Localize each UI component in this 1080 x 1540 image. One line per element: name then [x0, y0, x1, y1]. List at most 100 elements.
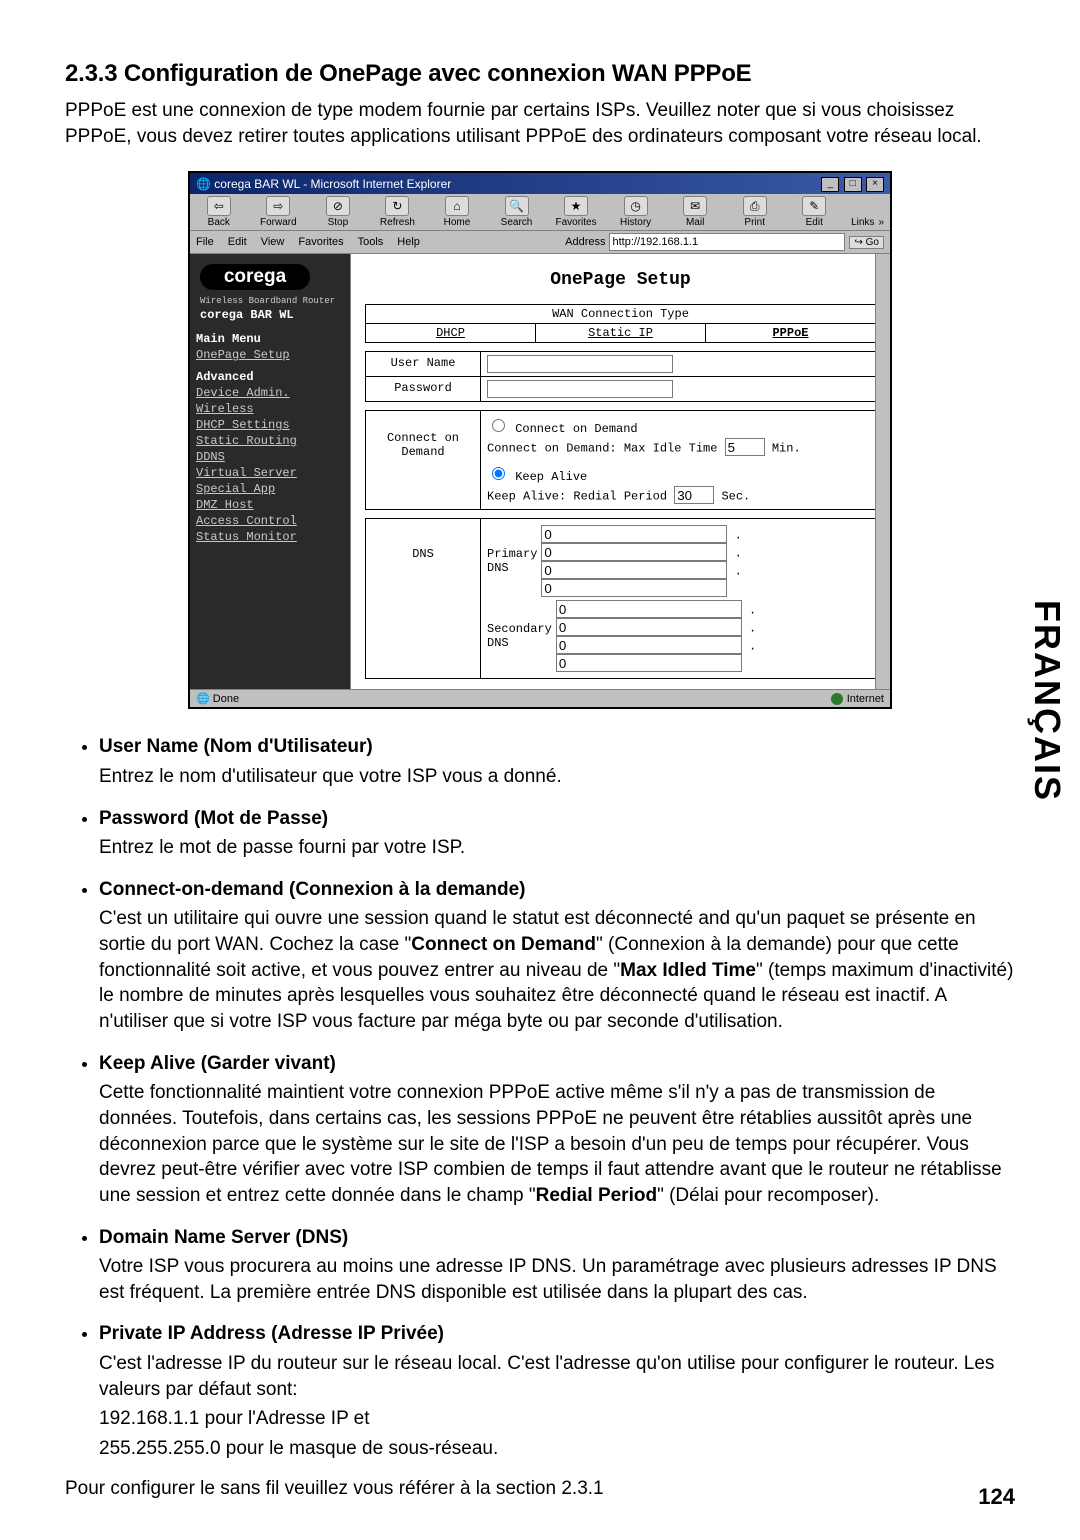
tab-pppoe[interactable]: PPPoE — [706, 324, 875, 342]
primary-dns-4[interactable] — [541, 579, 727, 597]
field-dns: Domain Name Server (DNS) Votre ISP vous … — [99, 1225, 1015, 1306]
sidebar-item-special-app[interactable]: Special App — [196, 482, 351, 496]
closing-line: Pour configurer le sans fil veuillez vou… — [65, 1478, 1015, 1500]
primary-dns-label: Primary DNS — [487, 547, 537, 575]
home-icon: ⌂ — [445, 196, 469, 216]
password-label: Password — [365, 377, 481, 402]
max-idle-time-input[interactable] — [725, 438, 765, 456]
menu-tools[interactable]: Tools — [358, 236, 384, 248]
field-title: Domain Name Server (DNS) — [99, 1227, 348, 1248]
field-title: User Name (Nom d'Utilisateur) — [99, 736, 373, 757]
edit-button[interactable]: ✎Edit — [791, 196, 837, 228]
secondary-dns-3[interactable] — [556, 636, 742, 654]
go-button[interactable]: ↪ Go — [849, 236, 884, 249]
field-title: Connect-on-demand (Connexion à la demand… — [99, 879, 525, 900]
status-zone: Internet — [831, 692, 884, 705]
favorites-button[interactable]: ★Favorites — [553, 196, 599, 228]
sidebar-item-virtual-server[interactable]: Virtual Server — [196, 466, 351, 480]
tab-static-ip[interactable]: Static IP — [536, 324, 706, 342]
primary-dns-1[interactable] — [541, 525, 727, 543]
connect-on-demand-radio[interactable] — [492, 419, 505, 432]
main-scrollbar[interactable] — [875, 254, 890, 689]
sidebar-item-device-admin[interactable]: Device Admin. — [196, 386, 351, 400]
field-body: Entrez le nom d'utilisateur que votre IS… — [99, 764, 1015, 790]
sidebar-item-wireless[interactable]: Wireless — [196, 402, 351, 416]
cod-line-text: Connect on Demand: Max Idle Time — [487, 442, 717, 456]
primary-dns-3[interactable] — [541, 561, 727, 579]
back-icon: ⇦ — [207, 196, 231, 216]
mail-button[interactable]: ✉Mail — [672, 196, 718, 228]
field-body: Entrez le mot de passe fourni par votre … — [99, 835, 1015, 861]
search-button[interactable]: 🔍Search — [494, 196, 540, 228]
links-label[interactable]: Links » — [851, 217, 884, 228]
page-title: OnePage Setup — [365, 270, 876, 290]
username-label: User Name — [365, 351, 481, 377]
redial-period-input[interactable] — [674, 486, 714, 504]
secondary-dns-4[interactable] — [556, 654, 742, 672]
refresh-icon: ↻ — [385, 196, 409, 216]
wan-tabs: DHCP Static IP PPPoE — [365, 324, 876, 343]
menu-help[interactable]: Help — [397, 236, 420, 248]
intro-paragraph: PPPoE est une connexion de type modem fo… — [65, 98, 1015, 149]
maximize-icon[interactable]: □ — [844, 177, 862, 192]
password-input[interactable] — [487, 380, 673, 398]
cod-radio-label: Connect on Demand — [515, 422, 637, 436]
print-icon: ⎙ — [743, 196, 767, 216]
address-input[interactable] — [609, 233, 845, 251]
history-button[interactable]: ◷History — [613, 196, 659, 228]
globe-icon — [831, 693, 843, 705]
secondary-dns-1[interactable] — [556, 600, 742, 618]
chevron-right-icon: » — [878, 217, 884, 228]
ie-statusbar: 🌐 Done Internet — [190, 689, 890, 707]
minimize-icon[interactable]: _ — [821, 177, 839, 192]
primary-dns-2[interactable] — [541, 543, 727, 561]
menu-favorites[interactable]: Favorites — [298, 236, 343, 248]
history-icon: ◷ — [624, 196, 648, 216]
ie-toolbar: ⇦Back ⇨Forward ⊘Stop ↻Refresh ⌂Home 🔍Sea… — [190, 194, 890, 231]
close-icon[interactable]: × — [866, 177, 884, 192]
menu-edit[interactable]: Edit — [228, 236, 247, 248]
window-buttons: _ □ × — [820, 175, 884, 192]
field-title: Keep Alive (Garder vivant) — [99, 1053, 336, 1074]
home-button[interactable]: ⌂Home — [434, 196, 480, 228]
forward-button[interactable]: ⇨Forward — [256, 196, 302, 228]
sidebar-product: corega BAR WL — [200, 308, 351, 322]
mail-icon: ✉ — [683, 196, 707, 216]
sidebar-item-dmz-host[interactable]: DMZ Host — [196, 498, 351, 512]
field-body: C'est l'adresse IP du routeur sur le rés… — [99, 1351, 1015, 1402]
default-ip-line: 192.168.1.1 pour l'Adresse IP et — [99, 1406, 1015, 1432]
ka-line-text: Keep Alive: Redial Period — [487, 490, 667, 504]
page-number: 124 — [978, 1484, 1015, 1510]
stop-button[interactable]: ⊘Stop — [315, 196, 361, 228]
tab-dhcp[interactable]: DHCP — [366, 324, 536, 342]
forward-icon: ⇨ — [266, 196, 290, 216]
sidebar-item-onepage-setup[interactable]: OnePage Setup — [196, 348, 351, 362]
wan-header: WAN Connection Type — [365, 304, 876, 324]
print-button[interactable]: ⎙Print — [732, 196, 778, 228]
back-button[interactable]: ⇦Back — [196, 196, 242, 228]
sidebar-item-static-routing[interactable]: Static Routing — [196, 434, 351, 448]
secondary-dns-2[interactable] — [556, 618, 742, 636]
window-titlebar: 🌐 corega BAR WL - Microsoft Internet Exp… — [190, 173, 890, 194]
dns-label: DNS — [365, 518, 481, 679]
menu-file[interactable]: File — [196, 236, 214, 248]
sidebar-subtitle: Wireless Boardband Router — [200, 296, 351, 306]
router-sidebar: corega Wireless Boardband Router corega … — [190, 254, 351, 689]
field-descriptions: User Name (Nom d'Utilisateur) Entrez le … — [65, 734, 1015, 1461]
field-private-ip: Private IP Address (Adresse IP Privée) C… — [99, 1321, 1015, 1461]
sidebar-item-ddns[interactable]: DDNS — [196, 450, 351, 464]
sidebar-item-access-control[interactable]: Access Control — [196, 514, 351, 528]
stop-icon: ⊘ — [326, 196, 350, 216]
menu-view[interactable]: View — [261, 236, 285, 248]
username-input[interactable] — [487, 355, 673, 373]
corega-logo: corega — [200, 264, 310, 290]
secondary-dns-label: Secondary DNS — [487, 622, 552, 650]
keep-alive-radio[interactable] — [492, 467, 505, 480]
sidebar-main-menu-head: Main Menu — [196, 332, 351, 346]
status-done: 🌐 Done — [196, 692, 239, 705]
refresh-button[interactable]: ↻Refresh — [375, 196, 421, 228]
field-username: User Name (Nom d'Utilisateur) Entrez le … — [99, 734, 1015, 789]
sidebar-item-status-monitor[interactable]: Status Monitor — [196, 530, 351, 544]
sidebar-item-dhcp-settings[interactable]: DHCP Settings — [196, 418, 351, 432]
language-tab: FRANÇAIS — [1026, 600, 1068, 802]
